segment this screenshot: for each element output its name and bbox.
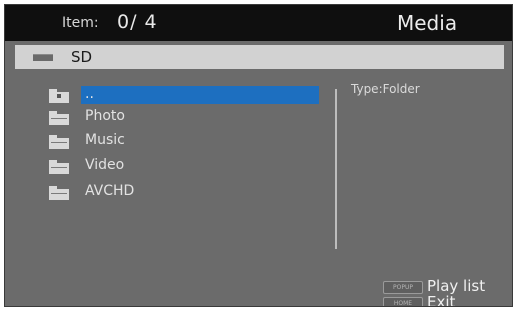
panel-divider — [335, 89, 337, 249]
page-title: Media — [397, 11, 458, 35]
header-bar: Item: 0/ 4 Media — [5, 5, 512, 41]
list-item-parent[interactable]: .. — [45, 84, 321, 106]
type-info: Type:Folder — [351, 82, 420, 96]
home-key-badge: HOME — [383, 297, 423, 306]
list-item-video[interactable]: Video — [45, 155, 321, 177]
folder-icon — [49, 111, 69, 125]
list-item-music[interactable]: Music — [45, 130, 321, 152]
list-item-label: .. — [85, 86, 94, 102]
path-bar: SD — [15, 45, 504, 69]
path-label: SD — [71, 48, 93, 66]
popup-key-badge: POPUP — [383, 281, 423, 294]
media-screen: Item: 0/ 4 Media SD .. Photo Music Video… — [4, 4, 513, 307]
list-item-label: AVCHD — [85, 183, 135, 199]
folder-icon — [49, 186, 69, 200]
folder-icon — [49, 160, 69, 174]
list-item-avchd[interactable]: AVCHD — [45, 181, 321, 203]
parent-folder-icon — [49, 89, 69, 103]
home-action-label: Exit — [427, 293, 456, 307]
list-item-label: Music — [85, 132, 125, 148]
list-item-label: Photo — [85, 108, 125, 124]
list-item-label: Video — [85, 157, 125, 173]
folder-icon — [49, 135, 69, 149]
selection-highlight — [81, 86, 319, 104]
item-label: Item: — [62, 15, 99, 31]
item-count: 0/ 4 — [117, 11, 158, 33]
list-item-photo[interactable]: Photo — [45, 106, 321, 128]
drive-icon — [33, 54, 53, 61]
